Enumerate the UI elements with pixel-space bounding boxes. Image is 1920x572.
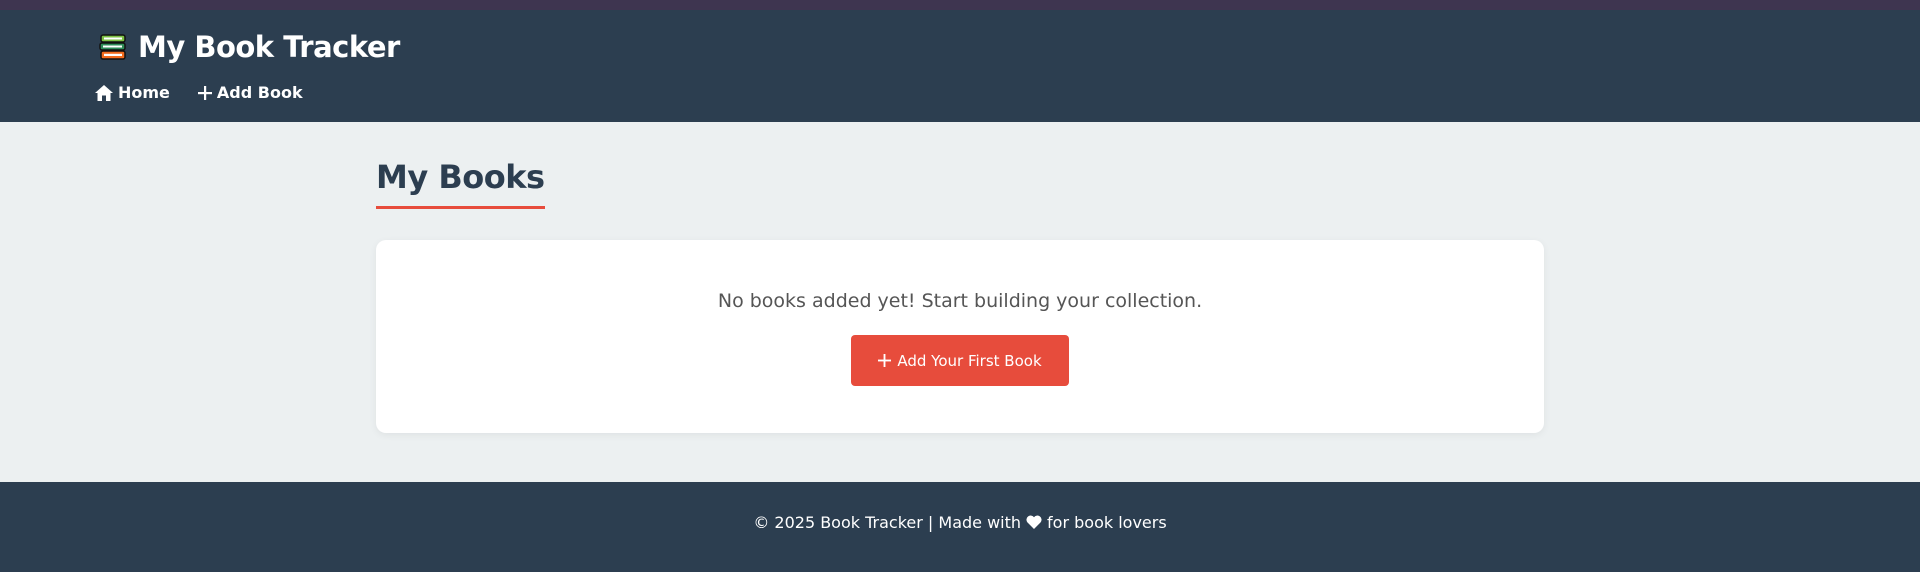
footer-text: © 2025 Book Tracker | Made with for book… bbox=[753, 513, 1166, 532]
brand[interactable]: My Book Tracker bbox=[98, 30, 400, 64]
plus-icon bbox=[197, 85, 212, 100]
footer-text-after: for book lovers bbox=[1047, 512, 1167, 532]
add-first-book-label: Add Your First Book bbox=[897, 351, 1042, 370]
main-content: My Books No books added yet! Start build… bbox=[0, 122, 1920, 482]
site-header: My Book Tracker Home Add Book bbox=[0, 10, 1920, 122]
site-title: My Book Tracker bbox=[138, 30, 400, 64]
plus-icon bbox=[878, 354, 892, 367]
empty-state-message: No books added yet! Start building your … bbox=[717, 290, 1203, 312]
site-footer: © 2025 Book Tracker | Made with for book… bbox=[0, 482, 1920, 572]
main-nav: Home Add Book bbox=[95, 83, 303, 102]
add-first-book-button[interactable]: Add Your First Book bbox=[851, 335, 1069, 386]
home-icon bbox=[95, 84, 113, 101]
nav-add-book-link[interactable]: Add Book bbox=[197, 83, 303, 102]
nav-add-book-label: Add Book bbox=[216, 83, 303, 102]
top-accent-line bbox=[0, 0, 1920, 10]
nav-home-label: Home bbox=[118, 83, 170, 102]
footer-text-before: © 2025 Book Tracker | Made with bbox=[753, 512, 1022, 532]
empty-state-card: No books added yet! Start building your … bbox=[376, 240, 1544, 433]
heart-icon bbox=[1026, 515, 1042, 529]
books-icon bbox=[99, 34, 126, 60]
page-title: My Books bbox=[376, 158, 545, 209]
nav-home-link[interactable]: Home bbox=[95, 83, 170, 102]
